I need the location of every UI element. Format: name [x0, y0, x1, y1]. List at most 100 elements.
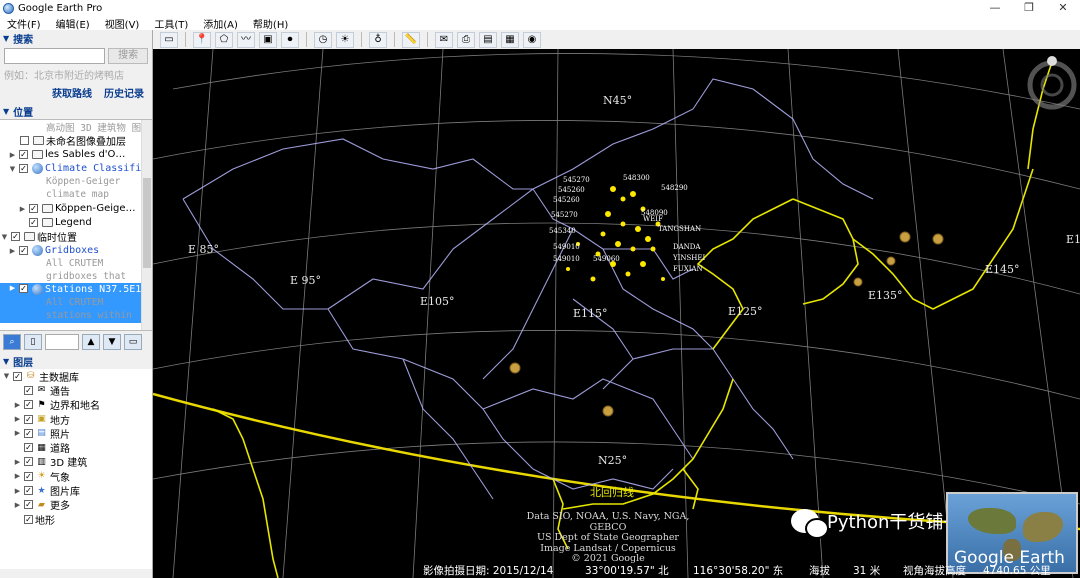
checkbox[interactable]: ✓ — [24, 457, 33, 467]
checkbox[interactable]: ✓ — [24, 443, 33, 453]
historical-imagery-icon[interactable]: ◷ — [314, 31, 332, 48]
checkbox[interactable]: ✓ — [24, 414, 33, 424]
menu-file[interactable]: 文件(F) — [7, 16, 41, 31]
earth-viewport[interactable]: N45° E 85° E 95° E105° E115° E125° E135°… — [153, 49, 1080, 578]
checkbox[interactable]: ✓ — [24, 471, 33, 481]
planets-icon[interactable]: ♁ — [369, 31, 387, 48]
checkbox[interactable]: ✓ — [24, 500, 33, 510]
maximize-button[interactable]: ❐ — [1012, 0, 1046, 16]
layer-item-photos[interactable]: ▶ ✓ ▤ 照片 — [0, 426, 152, 441]
layer-item-terrain[interactable]: ✓ 地形 — [0, 512, 152, 527]
menu-tools[interactable]: 工具(T) — [154, 16, 188, 31]
places-item[interactable]: 未命名图像叠加层 — [18, 134, 126, 148]
expand-arrow-icon[interactable]: ▶ — [13, 401, 22, 409]
checkbox[interactable]: ✓ — [11, 232, 20, 241]
checkbox[interactable]: ✓ — [13, 371, 22, 381]
layers-tree[interactable]: ▼ ✓ ⛁ 主数据库 ✓ ✉ 通告 ▶ ✓ ⚑ 边界和地名 ▶ ✓ ▣ 地方 ▶ ✓ ▤ 照片 ✓ ▦ 道路 ▶… — [0, 369, 152, 569]
menu-edit[interactable]: 编辑(E) — [56, 16, 90, 31]
layer-item-more[interactable]: ▶ ✓ ▰ 更多 — [0, 498, 152, 513]
polygon-icon[interactable]: ⬠ — [215, 31, 233, 48]
places-item-desc: gridboxes that — [46, 271, 127, 282]
layer-item-weather[interactable]: ▶ ✓ ☀ 气象 — [0, 469, 152, 484]
expand-arrow-icon[interactable]: ▶ — [8, 151, 17, 159]
image-overlay-icon[interactable]: ▣ — [259, 31, 277, 48]
checkbox[interactable]: ✓ — [19, 284, 28, 293]
expand-arrow-icon[interactable]: ▼ — [0, 233, 9, 241]
navigation-controls[interactable] — [1008, 51, 1078, 111]
checkbox[interactable]: ✓ — [19, 150, 28, 159]
history-link[interactable]: 历史记录 — [104, 85, 144, 100]
search-input[interactable] — [4, 48, 106, 64]
minimize-button[interactable]: — — [978, 0, 1012, 16]
places-filter-input[interactable] — [45, 334, 79, 350]
places-item[interactable]: ✓ Legend — [27, 216, 92, 229]
expand-arrow-icon[interactable]: ▶ — [13, 415, 22, 423]
checkbox[interactable]: ✓ — [29, 204, 38, 213]
checkbox[interactable]: ✓ — [24, 514, 33, 524]
sunlight-icon[interactable]: ☀ — [336, 31, 354, 48]
path-icon[interactable]: 〰 — [237, 31, 255, 48]
move-up-icon[interactable]: ▲ — [82, 334, 100, 350]
layer-item-borders[interactable]: ▶ ✓ ⚑ 边界和地名 — [0, 398, 152, 413]
expand-arrow-icon[interactable]: ▶ — [13, 472, 22, 480]
expand-arrow-icon[interactable]: ▶ — [13, 429, 22, 437]
expand-arrow-icon[interactable]: ▶ — [13, 487, 22, 495]
checkbox[interactable]: ✓ — [19, 246, 28, 255]
scrollbar-thumb[interactable] — [143, 178, 151, 268]
places-item[interactable]: ▶ ✓ les Sables d'O… — [8, 148, 126, 161]
checkbox[interactable]: ✓ — [24, 428, 33, 438]
compass-icon[interactable] — [1008, 51, 1078, 111]
menu-help[interactable]: 帮助(H) — [253, 16, 288, 31]
sidebar-toggle-icon[interactable]: ▭ — [160, 31, 178, 48]
panel-toggle-icon[interactable]: ▯ — [24, 334, 42, 350]
email-icon[interactable]: ✉ — [435, 31, 453, 48]
close-button[interactable]: ✕ — [1046, 0, 1080, 16]
maps-icon[interactable]: ▦ — [501, 31, 519, 48]
expand-arrow-icon[interactable]: ▶ — [13, 501, 22, 509]
places-tree[interactable]: 高动图 3D 建筑物 图层 未命名图像叠加层 ▶ ✓ les Sables d'O…… — [0, 119, 152, 331]
checkbox[interactable] — [20, 136, 29, 145]
search-places-icon[interactable]: ⌕ — [3, 334, 21, 350]
expand-arrow-icon[interactable]: ▶ — [18, 205, 27, 213]
places-item[interactable]: ▶ ✓ Gridboxes — [8, 244, 99, 257]
layers-panel-header[interactable]: ▼ 图层 — [0, 353, 152, 369]
places-panel-header[interactable]: ▼ 位置 — [0, 103, 152, 119]
layer-item-places[interactable]: ▶ ✓ ▣ 地方 — [0, 412, 152, 427]
places-item[interactable]: ▼ ✓ 临时位置 — [0, 230, 77, 244]
save-image-icon[interactable]: ▤ — [479, 31, 497, 48]
station-label: 545340 — [549, 227, 576, 235]
layer-item-gallery[interactable]: ▶ ✓ ★ 图片库 — [0, 483, 152, 499]
move-down-icon[interactable]: ▼ — [103, 334, 121, 350]
search-button[interactable]: 搜索 — [108, 48, 148, 64]
graticule-label: E 85° — [188, 243, 220, 256]
search-panel-header[interactable]: ▼ 搜索 — [0, 30, 152, 46]
get-directions-link[interactable]: 获取路线 — [52, 85, 92, 100]
checkbox[interactable]: ✓ — [24, 486, 33, 496]
earth-gallery-icon[interactable]: ◉ — [523, 31, 541, 48]
placemark-icon[interactable]: 📍 — [193, 31, 211, 48]
expand-arrow-icon[interactable]: ▼ — [2, 372, 11, 380]
menu-add[interactable]: 添加(A) — [203, 16, 238, 31]
folder-icon[interactable]: ▭ — [124, 334, 142, 350]
layer-item-primary-db[interactable]: ▼ ✓ ⛁ 主数据库 — [0, 369, 152, 384]
layer-item-3d-buildings[interactable]: ▶ ✓ ▥ 3D 建筑 — [0, 455, 152, 470]
places-item[interactable]: ▶ ✓ Köppen-Geige… — [18, 202, 136, 215]
checkbox[interactable]: ✓ — [29, 218, 38, 227]
checkbox[interactable]: ✓ — [19, 164, 28, 173]
expand-arrow-icon[interactable]: ▶ — [8, 247, 17, 255]
places-item[interactable]: 高动图 3D 建筑物 图层 — [46, 120, 151, 134]
expand-arrow-icon[interactable]: ▶ — [8, 284, 17, 292]
ruler-icon[interactable]: 📏 — [402, 31, 420, 48]
layer-item-announcements[interactable]: ✓ ✉ 通告 — [0, 383, 152, 398]
checkbox[interactable]: ✓ — [24, 385, 33, 395]
record-tour-icon[interactable]: ⏺ — [281, 31, 299, 48]
places-item[interactable]: ▼ ✓ Climate Classifi — [8, 162, 141, 175]
expand-arrow-icon[interactable]: ▶ — [13, 458, 22, 466]
print-icon[interactable]: ⎙ — [457, 31, 475, 48]
layer-item-roads[interactable]: ✓ ▦ 道路 — [0, 440, 152, 455]
checkbox[interactable]: ✓ — [24, 400, 33, 410]
places-item-desc: stations within — [46, 310, 132, 321]
menu-view[interactable]: 视图(V) — [105, 16, 140, 31]
expand-arrow-icon[interactable]: ▼ — [8, 165, 17, 173]
places-scrollbar[interactable] — [141, 120, 152, 330]
